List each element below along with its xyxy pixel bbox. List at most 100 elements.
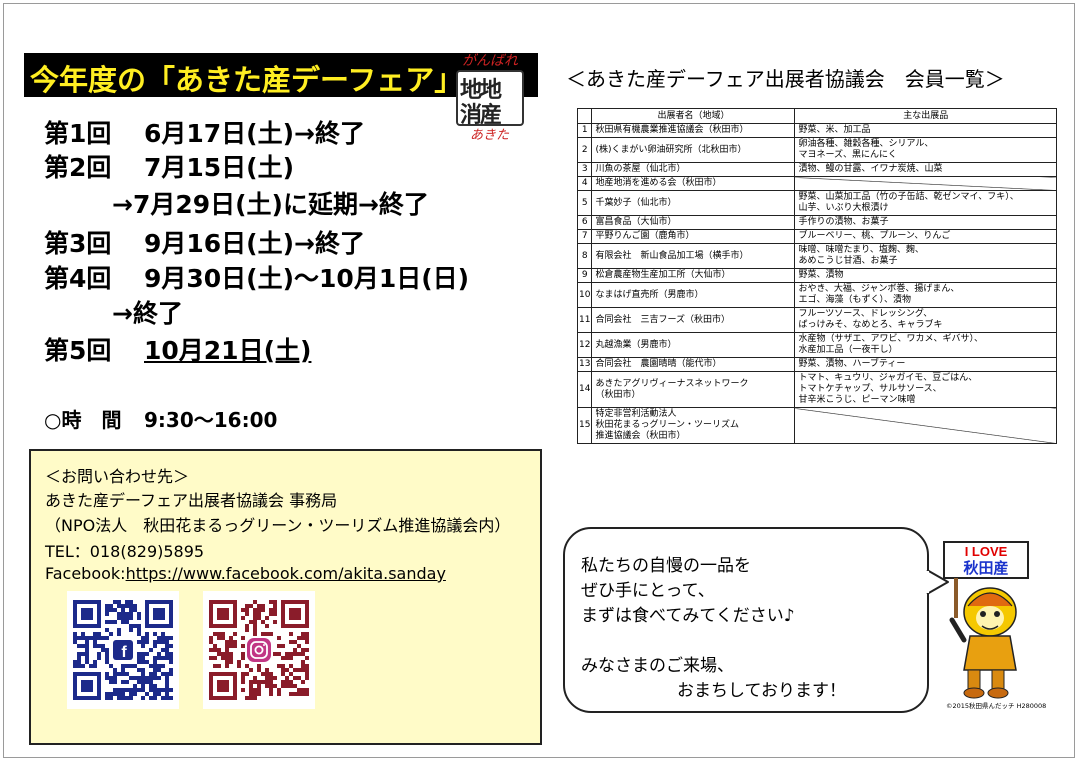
member-name-line: なまはげ直売所（男鹿市） [595, 289, 704, 300]
bubble-line: 私たちの自慢の一品を [581, 556, 751, 576]
contact-org-sub: （NPO法人 秋田花まるっグリーン・ツーリズム推進協議会内） [45, 516, 511, 535]
member-product-line: 野菜、山菜加工品（竹の子缶詰、乾ゼンマイ、フキ）、 [798, 192, 1019, 202]
schedule-item: 第2回 7月15日(土) [44, 148, 294, 184]
member-name: 川魚の茶屋（仙北市） [591, 162, 796, 177]
member-name: 松倉農産物生産加工所（大仙市） [591, 268, 796, 283]
table-row: 6 富昌食品（大仙市） 手作りの漬物、お菓子 [576, 215, 1057, 230]
table-header-row: 出展者名（地域） 主な出展品 [576, 108, 1057, 124]
page-title: 今年度の「あきた産デーフェア」 [30, 63, 464, 97]
member-number: 11 [576, 307, 593, 333]
logo-top-text: がんばれ [462, 53, 518, 69]
instagram-icon [247, 638, 271, 662]
schedule-text: →7月29日(土)に延期→終了 [112, 190, 429, 219]
member-number: 9 [576, 268, 593, 283]
member-products: 野菜、山菜加工品（竹の子缶詰、乾ゼンマイ、フキ）、 山芋、いぶり大根漬け [794, 190, 1057, 216]
member-products: 野菜、米、加工品 [794, 123, 1057, 138]
member-product-line: おやき、大福、ジャンボ巻、揚げまん、 [798, 284, 960, 294]
member-number: 12 [576, 332, 593, 358]
mascot-credit: ©2015秋田県んだッチ H280008 [946, 702, 1047, 710]
member-name: 千葉妙子（仙北市） [591, 190, 796, 216]
hours-label: ○時 間 [44, 408, 122, 432]
opening-hours: ○時 間 9:30～16:00 [44, 404, 277, 433]
member-product-line: 漬物、鰻の甘露、イワナ炭焼、山菜 [798, 164, 943, 174]
member-number: 1 [576, 123, 593, 138]
schedule-head: 第2回 [44, 153, 112, 182]
column-header-products: 主な出展品 [794, 108, 1057, 124]
bubble-line: ぜひ手にとって、 [581, 581, 715, 601]
schedule-head: 第1回 [44, 119, 112, 148]
member-product-line: マヨネーズ、黒にんにく [798, 150, 897, 160]
instagram-qr-code[interactable] [203, 591, 315, 709]
member-number: 7 [576, 229, 593, 244]
member-product-line: あめこうじ甘酒、お菓子 [798, 256, 898, 266]
member-number: 15 [576, 407, 593, 444]
member-products: トマト、キュウリ、ジャガイモ、豆ごはん、 トマトケチャップ、サルサソース、 甘辛米こ… [794, 371, 1057, 408]
member-product-line: エゴ、海藻（もずく）、漬物 [798, 295, 911, 305]
member-number: 14 [576, 371, 593, 408]
member-product-line: 水産加工品（一夜干し） [798, 345, 898, 355]
table-row: 3 川魚の茶屋（仙北市） 漬物、鰻の甘露、イワナ炭焼、山菜 [576, 162, 1057, 177]
schedule-head: 第5回 [44, 336, 112, 365]
facebook-link[interactable]: https://www.facebook.com/akita.sanday [126, 564, 446, 583]
member-name-line: 有限会社 新山食品加工場（横手市） [595, 250, 749, 261]
member-name: 富昌食品（大仙市） [591, 215, 796, 230]
member-name-line: 富昌食品（大仙市） [595, 217, 677, 227]
member-product-line: 水産物（サザエ、アワビ、ワカメ、ギバサ）、 [798, 334, 983, 344]
column-header-name: 出展者名（地域） [591, 108, 796, 124]
speech-bubble: 私たちの自慢の一品を ぜひ手にとって、 まずは食べてみてください♪ みなさまのご… [563, 527, 929, 713]
contact-org: あきた産デーフェア出展者協議会 事務局 [45, 491, 338, 510]
schedule-item: →7月29日(土)に延期→終了 [112, 185, 429, 221]
schedule-text: 9月16日(土)→終了 [144, 229, 365, 258]
member-product-line: ばっけみそ、なめとろ、キャラブキ [798, 320, 943, 330]
member-products: 卵油各種、雑穀各種、シリアル、 マヨネーズ、黒にんにく [794, 137, 1057, 163]
member-name: 有限会社 新山食品加工場（横手市） [591, 243, 796, 269]
facebook-label: Facebook: [45, 564, 126, 583]
schedule-text: 7月15日(土) [144, 153, 295, 182]
member-name-line: 合同会社 農園晴晴（能代市） [595, 359, 722, 369]
member-product-line: 味噌、味噌たまり、塩麹、麹、 [798, 245, 924, 255]
table-row: 11 合同会社 三吉フーズ（秋田市） フルーツソース、ドレッシング、 ばっけみそ、なめ… [576, 307, 1057, 333]
mascot-sign-line-1: I LOVE [965, 544, 1008, 559]
mascot-illustration: I LOVE 秋田産 [940, 540, 1032, 700]
table-row: 8 有限会社 新山食品加工場（横手市） 味噌、味噌たまり、塩麹、麹、 あめこうじ甘酒、… [576, 243, 1057, 269]
member-name-line: あきたアグリヴィーナスネットワーク [595, 378, 749, 389]
member-product-line: 山芋、いぶり大根漬け [798, 203, 889, 213]
table-row: 14 あきたアグリヴィーナスネットワーク （秋田市） トマト、キュウリ、ジャガイモ、豆… [576, 371, 1057, 408]
svg-text:f: f [121, 644, 127, 661]
member-name: (株)くまがい卵油研究所（北秋田市） [591, 137, 796, 163]
member-products: 野菜、漬物 [794, 268, 1057, 283]
member-name-line: 丸越漁業（男鹿市） [595, 339, 677, 350]
member-product-line: 野菜、漬物 [798, 270, 844, 280]
member-product-line: 野菜、漬物、ハーブティー [798, 359, 906, 369]
member-name-line: 秋田花まるっグリーン・ツーリズム [595, 420, 740, 430]
logo-bottom-text: あきた [470, 128, 510, 143]
member-number: 6 [576, 215, 593, 230]
member-number: 2 [576, 137, 593, 163]
bubble-line: まずは食べてみてください♪ [581, 606, 795, 626]
member-name: 丸越漁業（男鹿市） [591, 332, 796, 358]
member-name: あきたアグリヴィーナスネットワーク （秋田市） [591, 371, 796, 408]
member-name-line: （秋田市） [595, 389, 641, 400]
table-row: 2 (株)くまがい卵油研究所（北秋田市） 卵油各種、雑穀各種、シリアル、 マヨネーズ、… [576, 137, 1057, 163]
logo-box: 地地 消産 [456, 70, 524, 128]
member-product-line: 野菜、米、加工品 [798, 125, 871, 135]
member-products: 水産物（サザエ、アワビ、ワカメ、ギバサ）、 水産加工品（一夜干し） [794, 332, 1057, 358]
member-name-line: 松倉農産物生産加工所（大仙市） [595, 270, 731, 280]
facebook-qr-code[interactable]: f [67, 591, 179, 709]
member-name: 合同会社 三吉フーズ（秋田市） [591, 307, 796, 333]
schedule-text: 9月30日(土)～10月1日(日) [144, 264, 470, 293]
schedule-head: 第4回 [44, 264, 112, 293]
table-row: 10 なまはげ直売所（男鹿市） おやき、大福、ジャンボ巻、揚げまん、 エゴ、海藻（もず… [576, 282, 1057, 308]
contact-heading: ＜お問い合わせ先＞ [45, 467, 190, 486]
member-product-line: 手作りの漬物、お菓子 [798, 217, 889, 227]
member-name-line: 地産地消を進める会（秋田市） [595, 178, 722, 188]
table-row: 13 合同会社 農園晴晴（能代市） 野菜、漬物、ハーブティー [576, 357, 1057, 372]
schedule-head: 第3回 [44, 229, 112, 258]
members-heading: ＜あきた産デーフェア出展者協議会 会員一覧＞ [566, 67, 1005, 91]
member-name-line: 川魚の茶屋（仙北市） [595, 164, 686, 174]
member-name: 地産地消を進める会（秋田市） [591, 176, 796, 191]
chisan-chisho-logo: がんばれ 地地 消産 あきた [450, 46, 532, 143]
member-product-line: フルーツソース、ドレッシング、 [798, 309, 933, 319]
member-products: おやき、大福、ジャンボ巻、揚げまん、 エゴ、海藻（もずく）、漬物 [794, 282, 1057, 308]
member-number: 13 [576, 357, 593, 372]
